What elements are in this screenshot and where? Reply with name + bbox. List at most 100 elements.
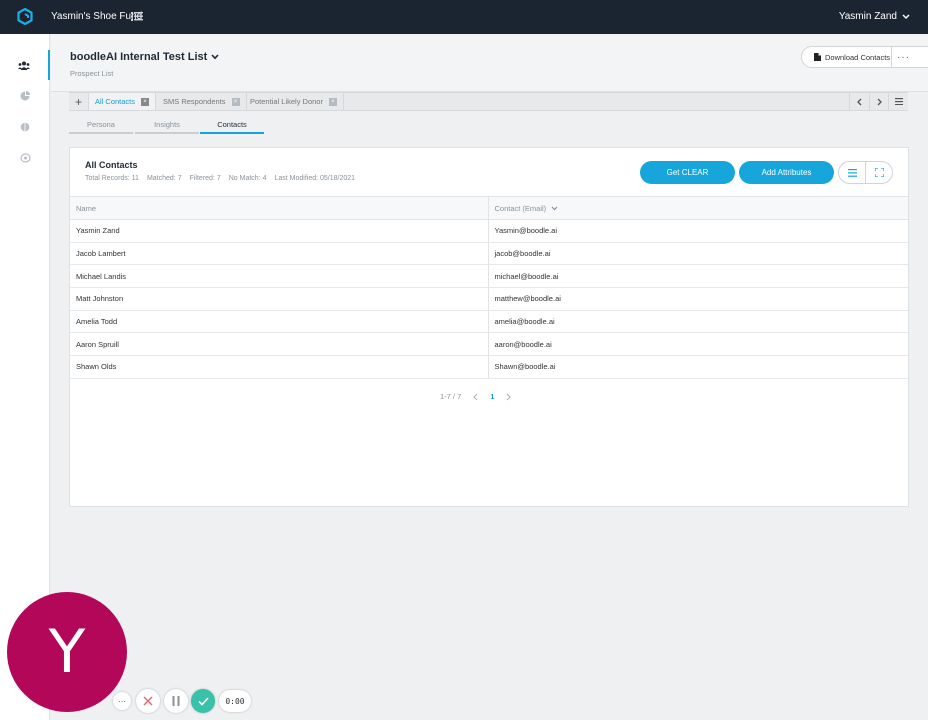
contact-name: Amelia Todd: [70, 310, 489, 334]
record-stats: Total Records: 11 Matched: 7 Filtered: 7…: [85, 175, 355, 182]
list-menu-icon[interactable]: [131, 10, 143, 22]
close-tab-icon[interactable]: ×: [231, 97, 240, 106]
app-logo-icon[interactable]: [17, 8, 33, 25]
tabs-scroll-left-button[interactable]: [849, 93, 869, 110]
card-title: All Contacts: [85, 160, 138, 170]
stat-last-modified: Last Modified: 05/18/2021: [274, 175, 356, 182]
pause-icon: [172, 696, 180, 706]
add-tab-button[interactable]: +: [69, 93, 89, 110]
chevron-left-icon[interactable]: [473, 393, 478, 401]
pie-chart-icon: [20, 91, 30, 101]
tab-insights[interactable]: Insights: [135, 115, 199, 134]
brain-icon: [20, 122, 30, 132]
contact-email: Shawn@boodle.ai: [488, 355, 908, 379]
contact-email: Yasmin@boodle.ai: [488, 219, 908, 243]
get-clear-button[interactable]: Get CLEAR: [640, 161, 735, 184]
table-row[interactable]: Matt Johnston matthew@boodle.ai: [70, 287, 908, 311]
tab-all-contacts[interactable]: All Contacts ×: [89, 93, 157, 110]
table-row[interactable]: Yasmin Zand Yasmin@boodle.ai: [70, 219, 908, 243]
page-number-current[interactable]: 1: [490, 392, 494, 401]
tab-label: All Contacts: [95, 97, 136, 106]
download-contacts-label: Download Contacts: [825, 52, 891, 62]
close-tab-icon[interactable]: ×: [141, 97, 150, 106]
avatar: Y: [7, 592, 127, 712]
page-header: boodleAI Internal Test List Prospect Lis…: [51, 34, 928, 92]
stat-total: Total Records: 11: [85, 175, 139, 182]
fund-name[interactable]: Yasmin's Shoe Fund: [51, 11, 142, 22]
contact-name: Michael Landis: [70, 264, 489, 289]
tab-persona[interactable]: Persona: [69, 115, 133, 134]
check-icon: [197, 696, 209, 706]
tab-label: SMS Respondents: [163, 97, 226, 106]
chevron-down-icon: [211, 54, 219, 60]
table-row[interactable]: Amelia Todd amelia@boodle.ai: [70, 310, 908, 334]
top-bar: Yasmin's Shoe Fund Yasmin Zand: [0, 0, 928, 34]
chevron-down-icon: [902, 13, 910, 19]
more-options-button[interactable]: ···: [891, 46, 915, 68]
page-range: 1-7 / 7: [440, 392, 462, 401]
contact-name: Aaron Spruill: [70, 332, 489, 357]
tab-sms-respondents[interactable]: SMS Respondents ×: [157, 93, 247, 110]
contact-email: amelia@boodle.ai: [488, 310, 908, 334]
contact-email: aaron@boodle.ai: [488, 332, 908, 357]
recorder-cancel-button[interactable]: [136, 689, 160, 713]
brain-outline-icon: [19, 153, 31, 163]
expand-icon: [874, 168, 884, 177]
tabs-scroll-right-button[interactable]: [869, 93, 889, 110]
stat-filtered: Filtered: 7: [189, 175, 221, 182]
contact-email: matthew@boodle.ai: [488, 287, 908, 311]
document-icon: [814, 53, 821, 61]
tabs-menu-button[interactable]: [888, 93, 908, 110]
chevron-right-icon: [877, 98, 882, 105]
sidebar-item-contacts[interactable]: [0, 50, 50, 80]
column-header-name[interactable]: Name: [70, 196, 489, 220]
contact-name: Matt Johnston: [70, 287, 489, 311]
chevron-down-icon: [551, 206, 558, 210]
table-row[interactable]: Michael Landis michael@boodle.ai: [70, 264, 908, 289]
chevron-left-icon: [857, 98, 862, 105]
close-icon: [143, 696, 153, 706]
contact-name: Shawn Olds: [70, 355, 489, 379]
expand-button[interactable]: [865, 162, 892, 183]
table-row[interactable]: Jacob Lambert jacob@boodle.ai: [70, 242, 908, 266]
hamburger-icon: [894, 98, 903, 105]
close-tab-icon[interactable]: ×: [328, 97, 337, 106]
page-title: boodleAI Internal Test List: [70, 51, 208, 63]
add-attributes-button[interactable]: Add Attributes: [739, 161, 834, 184]
chevron-right-icon[interactable]: [506, 393, 512, 401]
view-controls: [838, 161, 893, 184]
list-settings-icon: [847, 168, 857, 177]
user-name: Yasmin Zand: [838, 11, 897, 22]
contact-name: Jacob Lambert: [70, 242, 489, 266]
table-header-row: Name Contact (Email): [70, 196, 908, 220]
contacts-table: Name Contact (Email) Yasmin Zand Yasmin@b…: [70, 196, 908, 379]
table-row[interactable]: Aaron Spruill aaron@boodle.ai: [70, 332, 908, 357]
tab-label: Potential Likely Donor: [250, 97, 323, 106]
contact-email: jacob@boodle.ai: [488, 242, 908, 266]
sidebar-item-insights[interactable]: [0, 81, 50, 111]
contact-email: michael@boodle.ai: [488, 264, 908, 289]
list-tab-strip: + All Contacts × SMS Respondents × Poten…: [69, 92, 908, 111]
table-row[interactable]: Shawn Olds Shawn@boodle.ai: [70, 355, 908, 379]
column-header-email-label: Contact (Email): [494, 203, 547, 213]
contacts-card: All Contacts Total Records: 11 Matched: …: [69, 147, 909, 507]
recorder-pause-button[interactable]: [164, 689, 188, 713]
columns-settings-button[interactable]: [839, 162, 865, 183]
sidebar-item-ai[interactable]: [0, 112, 50, 142]
column-header-email[interactable]: Contact (Email): [488, 196, 908, 220]
recorder-more-button[interactable]: ···: [113, 692, 131, 710]
contact-name: Yasmin Zand: [70, 219, 489, 243]
user-menu[interactable]: Yasmin Zand: [839, 11, 910, 22]
stat-matched: Matched: 7: [146, 175, 182, 182]
tab-potential-likely-donor[interactable]: Potential Likely Donor ×: [244, 93, 344, 110]
recorder-finish-button[interactable]: [191, 689, 215, 713]
more-icon: ···: [118, 696, 126, 706]
list-title-dropdown[interactable]: boodleAI Internal Test List: [70, 51, 219, 63]
pagination: 1-7 / 7 1: [440, 392, 512, 401]
page-subtitle: Prospect List: [70, 69, 114, 78]
stat-no-match: No Match: 4: [228, 175, 267, 182]
tab-contacts[interactable]: Contacts: [200, 115, 264, 134]
sidebar-item-models[interactable]: [0, 143, 50, 173]
recording-timer: 0:00: [219, 690, 251, 712]
people-icon: [18, 61, 30, 70]
